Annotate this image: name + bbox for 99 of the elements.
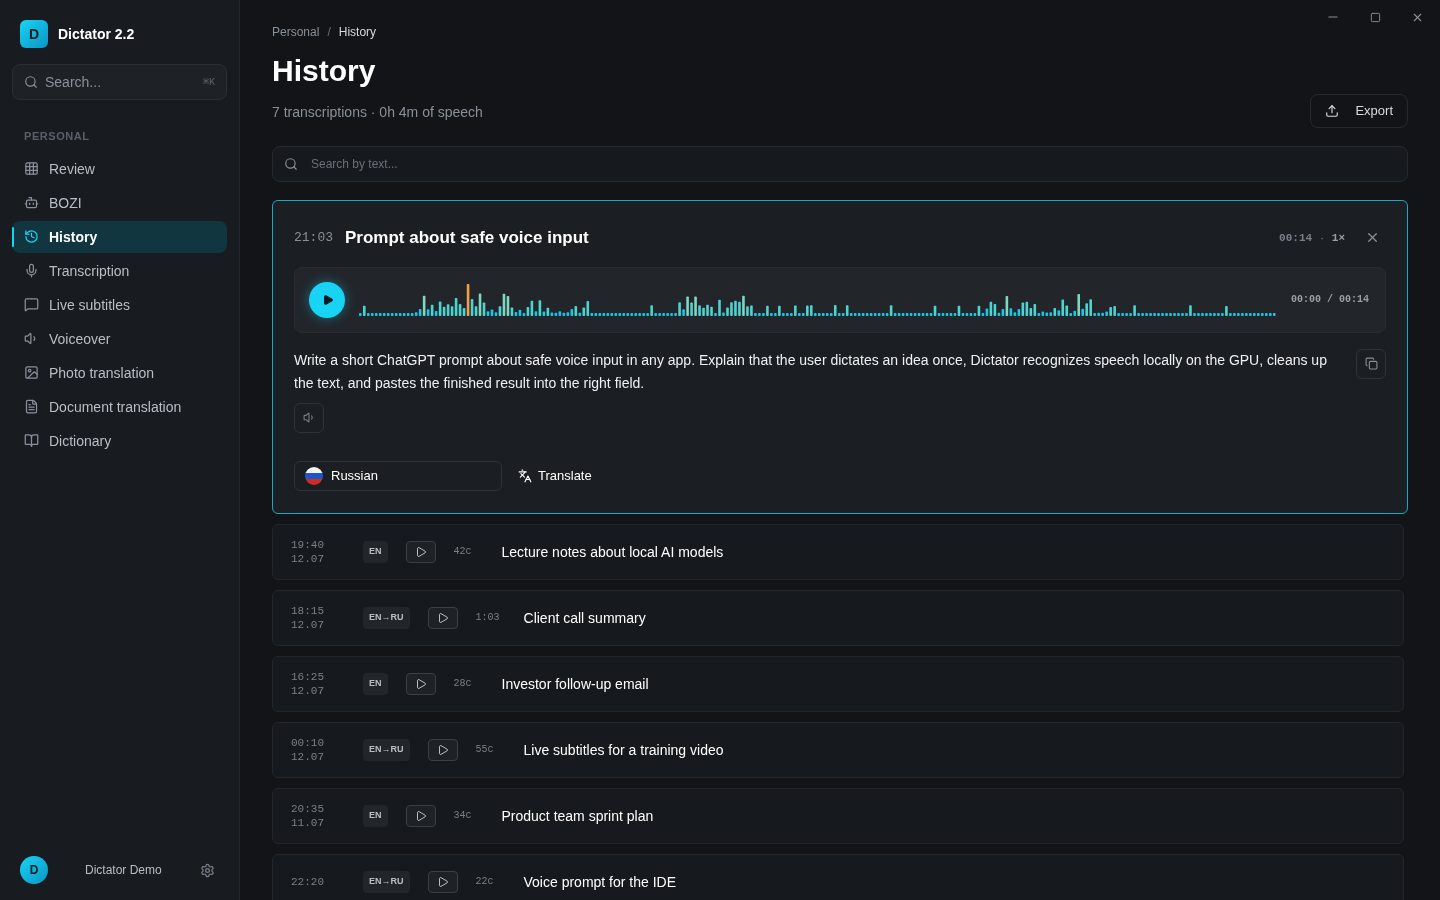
section-label: PERSONAL (23, 129, 91, 144)
date-label: 12.07 (291, 749, 325, 764)
play-icon (436, 611, 449, 624)
sidebar-item[interactable]: BOZI (12, 186, 227, 219)
history-row[interactable]: 22:20 EN→RU 22c Voice prompt for the IDE (272, 853, 1404, 900)
length-label: 22c (475, 875, 495, 889)
maximize-icon[interactable] (1370, 11, 1381, 23)
sidebar-item[interactable]: Live subtitles (12, 288, 227, 321)
date-label: 12.07 (291, 683, 325, 698)
flag-icon (305, 466, 323, 485)
row-title: Voice prompt for the IDE (523, 872, 677, 892)
play-icon (436, 743, 449, 756)
sidebar-item[interactable]: Photo translation (12, 356, 227, 389)
time-label: 19:40 (291, 537, 325, 552)
language-select[interactable]: Russian (294, 460, 502, 491)
grid-icon (24, 161, 39, 176)
history-row[interactable]: 18:15 12.07 EN→RU 1:03 Client call summary (272, 589, 1404, 646)
export-button[interactable]: Export (1310, 94, 1408, 128)
user-name: Dictator Demo (85, 862, 162, 878)
language-tag: EN (363, 672, 388, 695)
shortcut-hint: ⌘K (202, 76, 215, 90)
play-button[interactable] (427, 870, 458, 893)
chat-bubble-icon (24, 297, 39, 312)
sidebar-item[interactable]: Voiceover (12, 322, 227, 355)
settings-icon[interactable] (200, 862, 215, 878)
play-button[interactable] (427, 738, 458, 761)
length-label: 42c (453, 545, 473, 559)
sidebar-item[interactable]: Review (12, 152, 227, 185)
language-tag: EN→RU (363, 870, 410, 893)
page-title: History (272, 56, 377, 86)
image-icon (24, 365, 39, 380)
play-button[interactable] (405, 540, 436, 563)
date-label: 11.07 (291, 815, 325, 830)
speed-label[interactable]: 1× (1331, 229, 1345, 246)
search-field[interactable]: Search by text... (272, 146, 1408, 182)
microphone-icon (24, 263, 39, 278)
robot-icon (24, 195, 39, 210)
language-tag: EN→RU (363, 738, 410, 761)
card-title: Prompt about safe voice input (345, 227, 589, 249)
language-tag: EN (363, 804, 388, 827)
app-name: Dictator 2.2 (58, 25, 135, 44)
row-title: Lecture notes about local AI models (501, 542, 724, 562)
language-tag: EN→RU (363, 606, 410, 629)
transcript-text: Write a short ChatGPT prompt about safe voice input in any app. Explain that the user dictates an idea once, Dictator recognizes speech locally on the GPU, cleans up the text, and pastes the finished result into the right field. (294, 350, 1328, 393)
time-label: 16:25 (291, 669, 325, 684)
duration-label: 00:14 (1279, 230, 1313, 246)
history-row[interactable]: 20:35 11.07 EN 34c Product team sprint plan (272, 787, 1404, 844)
play-button[interactable] (405, 672, 436, 695)
copy-button[interactable] (1356, 348, 1386, 379)
separator: · (1320, 230, 1324, 246)
play-icon (414, 809, 427, 822)
sidebar-item[interactable]: Document translation (12, 390, 227, 423)
translate-button[interactable]: Translate (518, 465, 592, 486)
time-label: 20:35 (291, 801, 325, 816)
play-button[interactable] (427, 606, 458, 629)
playback-time: 00:00 / 00:14 (1291, 293, 1369, 307)
row-title: Investor follow-up email (501, 674, 649, 694)
time-label: 21:03 (294, 229, 333, 247)
time-label: 00:10 (291, 735, 325, 750)
breadcrumb[interactable]: History (338, 24, 377, 40)
sidebar-item[interactable]: History (12, 220, 227, 253)
row-title: Product team sprint plan (501, 806, 654, 826)
breadcrumb-separator: / (327, 24, 331, 40)
row-title: Client call summary (523, 608, 646, 628)
length-label: 34c (453, 809, 473, 823)
speak-button[interactable] (294, 402, 324, 433)
history-icon (24, 229, 39, 244)
row-title: Live subtitles for a training video (523, 740, 724, 760)
length-label: 28c (453, 677, 473, 691)
document-icon (24, 399, 39, 414)
time-label: 18:15 (291, 603, 325, 618)
play-button[interactable] (309, 281, 345, 318)
speaker-icon (302, 411, 316, 424)
play-icon (414, 545, 427, 558)
page-subtitle: 7 transcriptions · 0h 4m of speech (272, 103, 483, 122)
history-row[interactable]: 00:10 12.07 EN→RU 55c Live subtitles for a training video (272, 721, 1404, 778)
breadcrumb[interactable]: Personal (272, 24, 320, 40)
language-tag: EN (363, 540, 388, 563)
play-button[interactable] (405, 804, 436, 827)
search-icon (24, 75, 38, 89)
play-icon (414, 677, 427, 690)
search-icon (284, 157, 298, 171)
history-row[interactable]: 19:40 12.07 EN 42c Lecture notes about local AI models (272, 523, 1404, 580)
play-icon (436, 875, 449, 888)
play-icon (321, 293, 334, 306)
sidebar-item[interactable]: Transcription (12, 254, 227, 287)
user-avatar: D (20, 856, 48, 884)
copy-icon (1364, 357, 1378, 370)
sidebar-item[interactable]: Dictionary (12, 424, 227, 457)
date-label: 12.07 (291, 551, 325, 566)
history-row[interactable]: 16:25 12.07 EN 28c Investor follow-up email (272, 655, 1404, 712)
length-label: 55c (475, 743, 495, 757)
app-logo: D (20, 20, 48, 48)
date-label: 12.07 (291, 617, 325, 632)
time-label: 22:20 (291, 874, 325, 889)
upload-icon (1325, 104, 1340, 118)
length-label: 1:03 (475, 611, 501, 625)
book-icon (24, 433, 39, 448)
translate-icon (518, 468, 532, 483)
